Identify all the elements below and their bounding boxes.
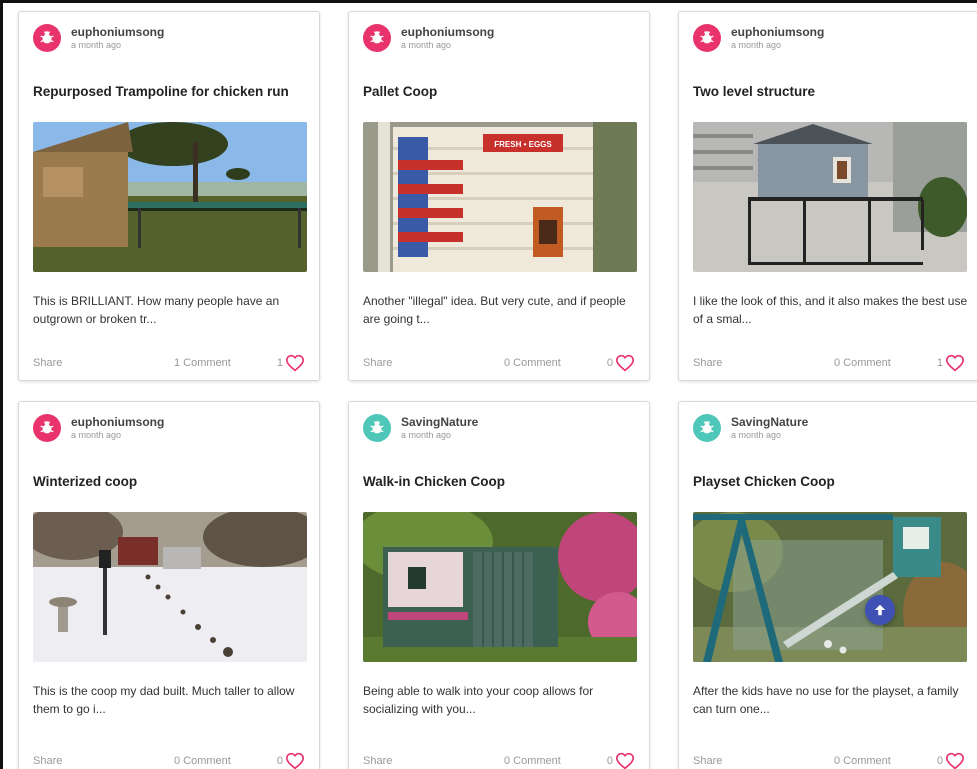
share-button[interactable]: Share [693, 755, 788, 767]
avatar[interactable] [363, 24, 391, 52]
card-footer: Share 0 Comment 0 [363, 752, 635, 769]
like-button[interactable]: 0 [607, 752, 635, 769]
card-header: euphoniumsong a month ago [693, 24, 824, 52]
like-count: 0 [936, 755, 943, 767]
card-footer: Share 0 Comment 0 [33, 752, 305, 769]
author-name[interactable]: SavingNature [731, 415, 808, 429]
comments-link[interactable]: 0 Comment [458, 755, 607, 767]
comments-link[interactable]: 0 Comment [788, 357, 937, 369]
post-card[interactable]: euphoniumsong a month ago Repurposed Tra… [18, 11, 320, 381]
card-header: SavingNature a month ago [363, 414, 478, 442]
heart-icon [615, 752, 635, 769]
card-footer: Share 1 Comment 1 [33, 354, 305, 372]
like-button[interactable]: 1 [277, 354, 305, 372]
post-title[interactable]: Repurposed Trampoline for chicken run [33, 84, 289, 99]
post-excerpt: Being able to walk into your coop allows… [363, 684, 594, 716]
card-footer: Share 0 Comment 0 [693, 752, 965, 769]
post-title[interactable]: Two level structure [693, 84, 815, 99]
bug-icon [370, 421, 384, 434]
post-card[interactable]: euphoniumsong a month ago Winterized coo… [18, 401, 320, 769]
post-excerpt: This is the coop my dad built. Much tall… [33, 684, 295, 716]
post-title[interactable]: Pallet Coop [363, 84, 437, 99]
post-time: a month ago [71, 430, 122, 440]
like-button[interactable]: 0 [607, 354, 635, 372]
author-name[interactable]: SavingNature [401, 415, 478, 429]
post-excerpt: After the kids have no use for the plays… [693, 684, 959, 716]
share-button[interactable]: Share [33, 357, 128, 369]
like-button[interactable]: 0 [937, 752, 965, 769]
like-count: 1 [936, 357, 943, 369]
avatar[interactable] [33, 414, 61, 442]
author-name[interactable]: euphoniumsong [401, 25, 494, 39]
heart-icon [945, 752, 965, 769]
heart-icon [285, 354, 305, 372]
comments-link[interactable]: 0 Comment [128, 755, 277, 767]
author-name[interactable]: euphoniumsong [731, 25, 824, 39]
post-time: a month ago [71, 40, 122, 50]
post-excerpt: Another "illegal" idea. But very cute, a… [363, 294, 626, 326]
post-time: a month ago [401, 40, 452, 50]
bug-icon [370, 31, 384, 44]
post-title[interactable]: Playset Chicken Coop [693, 474, 835, 489]
card-header: SavingNature a month ago [693, 414, 808, 442]
share-button[interactable]: Share [363, 755, 458, 767]
comments-link[interactable]: 0 Comment [458, 357, 607, 369]
post-excerpt: This is BRILLIANT. How many people have … [33, 294, 280, 326]
avatar[interactable] [33, 24, 61, 52]
share-button[interactable]: Share [693, 357, 788, 369]
like-button[interactable]: 1 [937, 354, 965, 372]
post-card[interactable]: euphoniumsong a month ago Pallet Coop FR… [348, 11, 650, 381]
playset-coop-photo[interactable] [693, 512, 967, 662]
share-button[interactable]: Share [33, 755, 128, 767]
post-grid: euphoniumsong a month ago Repurposed Tra… [18, 11, 977, 769]
card-header: euphoniumsong a month ago [33, 24, 164, 52]
card-footer: Share 0 Comment 1 [693, 354, 965, 372]
post-time: a month ago [731, 430, 782, 440]
heart-icon [615, 354, 635, 372]
bug-icon [700, 421, 714, 434]
post-card[interactable]: SavingNature a month ago Walk-in Chicken… [348, 401, 650, 769]
comments-link[interactable]: 1 Comment [128, 357, 277, 369]
like-count: 0 [606, 755, 613, 767]
trampoline-chicken-run-photo[interactable] [33, 122, 307, 272]
author-name[interactable]: euphoniumsong [71, 25, 164, 39]
avatar[interactable] [363, 414, 391, 442]
post-excerpt: I like the look of this, and it also mak… [693, 294, 968, 326]
avatar[interactable] [693, 414, 721, 442]
bug-icon [40, 31, 54, 44]
post-time: a month ago [401, 430, 452, 440]
bug-icon [40, 421, 54, 434]
post-time: a month ago [731, 40, 782, 50]
avatar[interactable] [693, 24, 721, 52]
like-count: 1 [276, 357, 283, 369]
like-count: 0 [606, 357, 613, 369]
post-card[interactable]: SavingNature a month ago Playset Chicken… [678, 401, 977, 769]
two-level-coop-photo[interactable] [693, 122, 967, 272]
comments-link[interactable]: 0 Comment [788, 755, 937, 767]
walk-in-coop-photo[interactable] [363, 512, 637, 662]
like-count: 0 [276, 755, 283, 767]
post-title[interactable]: Walk-in Chicken Coop [363, 474, 505, 489]
arrow-up-icon [874, 604, 886, 616]
heart-icon [945, 354, 965, 372]
bug-icon [700, 31, 714, 44]
pallet-coop-photo[interactable]: FRESH • EGGS [363, 122, 637, 272]
card-header: euphoniumsong a month ago [33, 414, 164, 442]
post-card[interactable]: euphoniumsong a month ago Two level stru… [678, 11, 977, 381]
winter-coop-photo[interactable] [33, 512, 307, 662]
share-button[interactable]: Share [363, 357, 458, 369]
scroll-to-top-button[interactable] [865, 595, 895, 625]
card-header: euphoniumsong a month ago [363, 24, 494, 52]
author-name[interactable]: euphoniumsong [71, 415, 164, 429]
coop-sign: FRESH • EGGS [494, 140, 552, 149]
heart-icon [285, 752, 305, 769]
like-button[interactable]: 0 [277, 752, 305, 769]
card-footer: Share 0 Comment 0 [363, 354, 635, 372]
post-title[interactable]: Winterized coop [33, 474, 137, 489]
